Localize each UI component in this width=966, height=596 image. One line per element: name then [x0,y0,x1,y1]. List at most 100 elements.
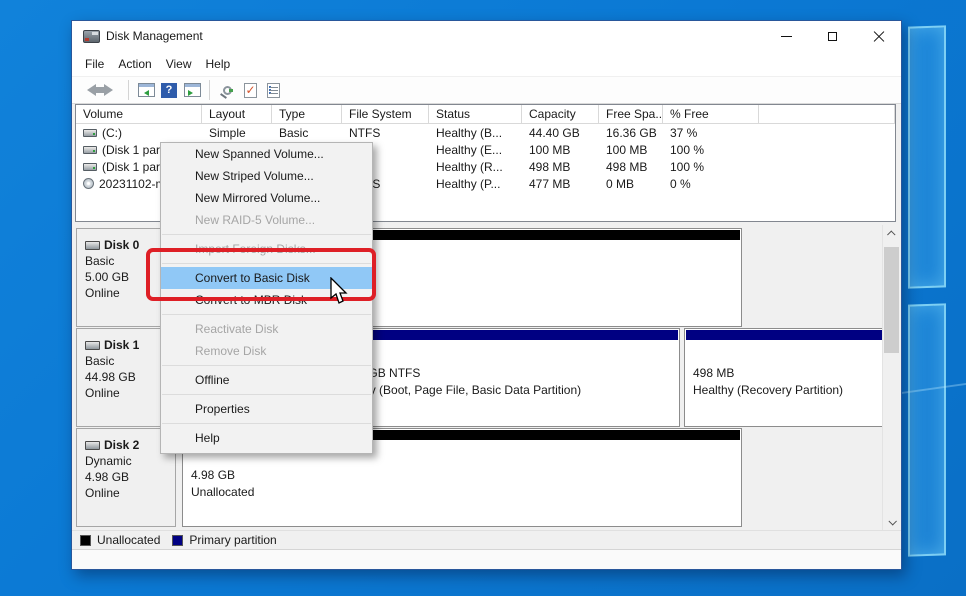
column-header-file-system[interactable]: File System [342,105,429,123]
partition-size: 498 MB [693,365,843,382]
menu-view[interactable]: View [159,54,199,74]
cd-icon [83,178,94,189]
volume-status: Healthy (R... [429,160,522,174]
volume-name: 20231102-m [99,177,166,191]
menu-separator [162,234,371,235]
volume-pct-free: 37 % [663,126,759,140]
menu-item-new-raid5-volume: New RAID-5 Volume... [161,209,372,231]
column-header-filler [759,105,895,123]
scroll-down-button[interactable] [883,513,900,530]
close-button[interactable] [855,21,901,52]
volume-name: (C:) [102,126,122,140]
toolbar [72,76,901,104]
menu-item-help[interactable]: Help [161,427,372,449]
volume-name: (Disk 1 parti [102,160,166,174]
menu-separator [162,423,371,424]
menu-item-new-striped-volume[interactable]: New Striped Volume... [161,165,372,187]
column-header-capacity[interactable]: Capacity [522,105,599,123]
menu-file[interactable]: File [78,54,111,74]
legend-unallocated-label: Unallocated [97,533,160,547]
volume-free-space: 0 MB [599,177,663,191]
check-document-icon[interactable] [241,82,259,99]
disk-name: Disk 0 [104,237,139,253]
menu-item-new-mirrored-volume[interactable]: New Mirrored Volume... [161,187,372,209]
maximize-icon [828,32,837,41]
status-strip [72,549,901,569]
back-icon[interactable] [79,82,97,99]
menu-item-remove-disk: Remove Disk [161,340,372,362]
volume-layout: Simple [202,126,272,140]
close-icon [873,31,884,42]
menu-separator [162,314,371,315]
volume-status: Healthy (P... [429,177,522,191]
checklist-icon[interactable] [264,82,282,99]
primary-partition-bar [686,330,883,340]
menu-item-reactivate-disk: Reactivate Disk [161,318,372,340]
forward-icon[interactable] [102,82,120,99]
wallpaper-logo-pane [908,25,946,288]
volume-pct-free: 100 % [663,160,759,174]
title-bar[interactable]: Disk Management [72,21,901,52]
menu-help[interactable]: Help [199,54,238,74]
volume-capacity: 477 MB [522,177,599,191]
menu-action[interactable]: Action [111,54,158,74]
minimize-button[interactable] [763,21,809,52]
scrollbar-thumb[interactable] [884,247,899,353]
menu-bar: File Action View Help [72,52,901,76]
window-title: Disk Management [106,21,203,52]
chevron-down-icon [888,517,896,525]
disk-name: Disk 1 [104,337,139,353]
toolbar-separator [128,80,129,100]
menu-separator [162,394,371,395]
disk-icon [85,341,100,350]
drive-icon [83,163,97,171]
disk-status: Online [85,485,175,501]
vertical-scrollbar[interactable] [882,225,899,530]
disk-icon [85,241,100,250]
volume-free-space: 498 MB [599,160,663,174]
maximize-button[interactable] [809,21,855,52]
action-pane-icon[interactable] [183,82,201,99]
legend-bar: Unallocated Primary partition [72,530,901,549]
column-header-type[interactable]: Type [272,105,342,123]
volume-capacity: 44.40 GB [522,126,599,140]
chevron-up-icon [887,230,895,238]
column-header-status[interactable]: Status [429,105,522,123]
column-header-layout[interactable]: Layout [202,105,272,123]
partition-status: Unallocated [191,484,254,501]
disk-name: Disk 2 [104,437,139,453]
volume-free-space: 100 MB [599,143,663,157]
menu-item-offline[interactable]: Offline [161,369,372,391]
rescan-disks-icon[interactable] [218,82,236,99]
disk-kind: Dynamic [85,453,175,469]
partition-status: Healthy (Recovery Partition) [693,382,843,399]
menu-separator [162,365,371,366]
column-header-pct-free[interactable]: % Free [663,105,759,123]
volume-pct-free: 100 % [663,143,759,157]
column-header-free-space[interactable]: Free Spa... [599,105,663,123]
menu-item-new-spanned-volume[interactable]: New Spanned Volume... [161,143,372,165]
disk1-recovery-partition[interactable]: 498 MB Healthy (Recovery Partition) [684,328,885,427]
wallpaper-logo-pane [908,303,946,556]
drive-icon [83,146,97,154]
column-header-volume[interactable]: Volume [76,105,202,123]
menu-item-properties[interactable]: Properties [161,398,372,420]
primary-partition-swatch [172,535,183,546]
volume-capacity: 100 MB [522,143,599,157]
console-tree-icon[interactable] [137,82,155,99]
volume-name: (Disk 1 parti [102,143,166,157]
disk-management-icon [83,30,100,43]
toolbar-separator [209,80,210,100]
volume-pct-free: 0 % [663,177,759,191]
scroll-up-button[interactable] [883,225,900,242]
volume-fs: NTFS [342,126,429,140]
mouse-cursor [329,277,349,305]
legend-primary-partition-label: Primary partition [189,533,276,547]
drive-icon [83,129,97,137]
volume-capacity: 498 MB [522,160,599,174]
volume-free-space: 16.36 GB [599,126,663,140]
help-icon[interactable] [160,82,178,99]
volume-list-header: Volume Layout Type File System Status Ca… [76,105,895,124]
table-row[interactable]: (C:) Simple Basic NTFS Healthy (B... 44.… [76,124,895,141]
disk-icon [85,441,100,450]
